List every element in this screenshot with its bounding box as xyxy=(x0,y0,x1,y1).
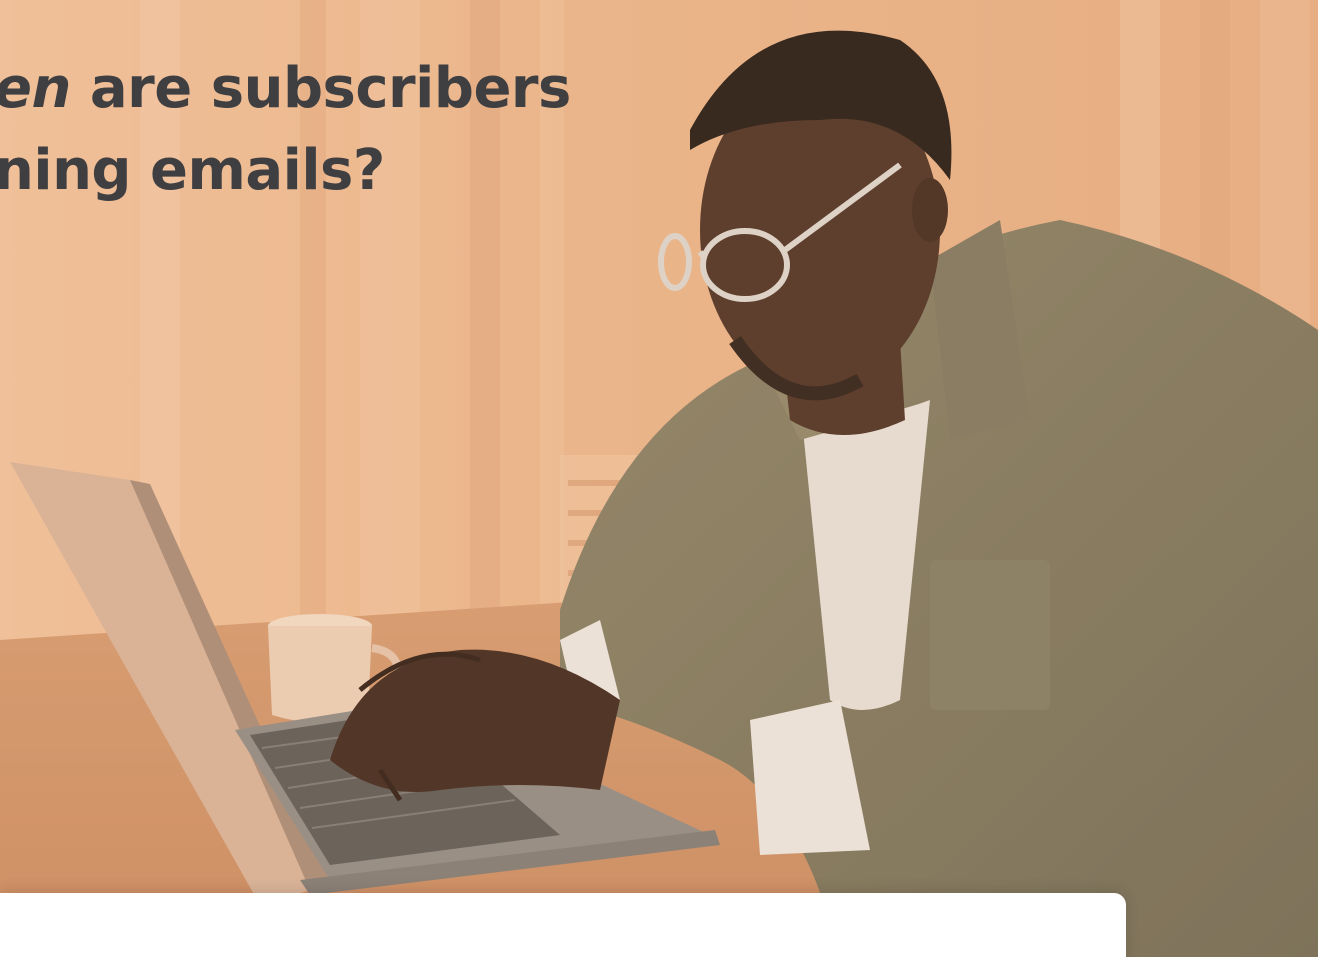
hero-section: en are subscribers ning emails? xyxy=(0,0,1318,957)
headline-line-1: en are subscribers xyxy=(0,48,571,130)
hero-headline: en are subscribers ning emails? xyxy=(0,48,571,212)
headline-line-1-text: are subscribers xyxy=(70,56,572,121)
headline-line-2: ning emails? xyxy=(0,138,385,203)
headline-italic-word: en xyxy=(0,56,71,121)
content-card xyxy=(0,893,1126,957)
